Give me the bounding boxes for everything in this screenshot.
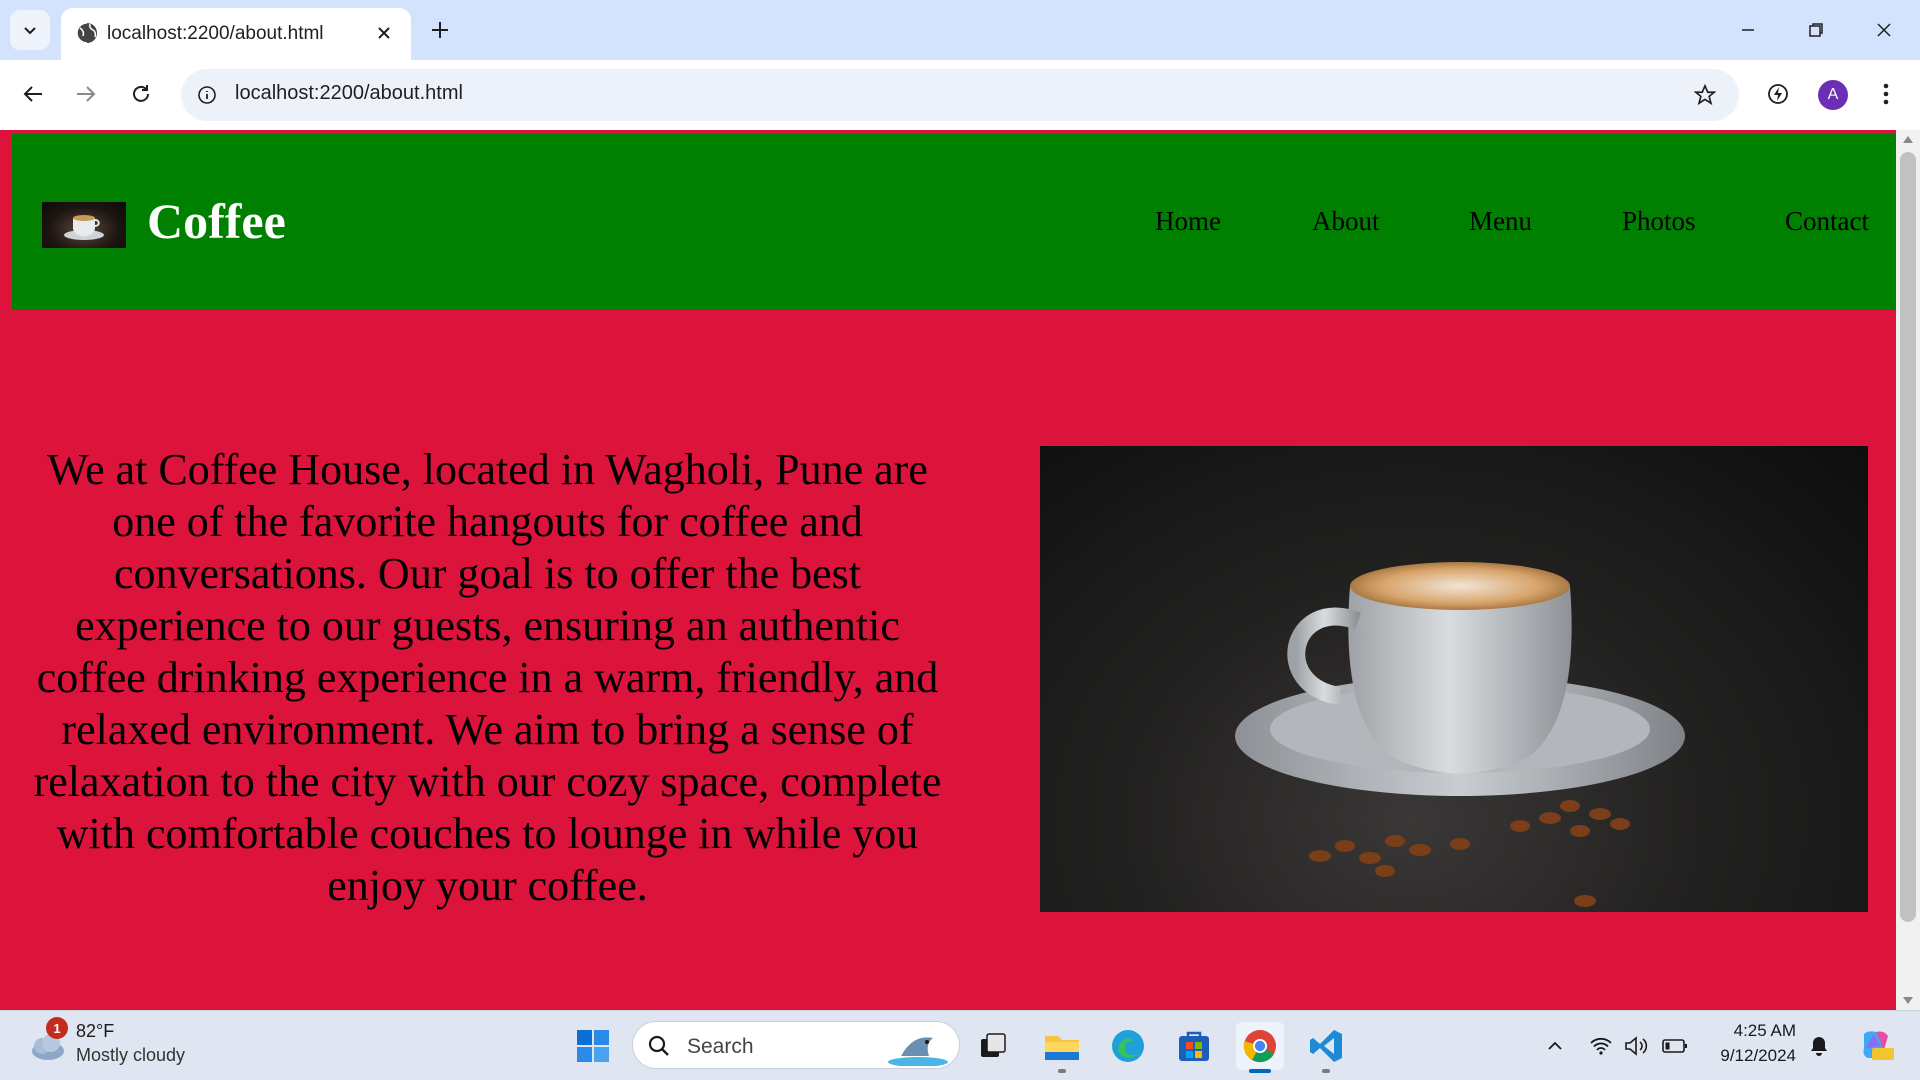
browser-tab[interactable]: localhost:2200/about.html	[61, 8, 411, 60]
vscode-icon	[1310, 1030, 1342, 1062]
file-explorer-button[interactable]	[1038, 1022, 1086, 1070]
edge-icon	[1112, 1030, 1144, 1062]
store-icon	[1179, 1031, 1209, 1061]
wifi-icon	[1590, 1037, 1612, 1055]
plus-icon	[432, 22, 448, 38]
show-hidden-icons-button[interactable]	[1540, 1031, 1570, 1061]
volume-icon	[1625, 1036, 1648, 1056]
forward-button[interactable]	[66, 74, 106, 114]
edge-button[interactable]	[1104, 1022, 1152, 1070]
chevron-up-icon	[1548, 1041, 1562, 1050]
folder-icon	[1045, 1036, 1079, 1060]
new-tab-button[interactable]	[422, 12, 458, 48]
tab-close-button[interactable]	[371, 20, 397, 46]
page-viewport: Coffee Home About Menu Photos Contact We…	[0, 130, 1896, 1010]
battery-icon	[1662, 1039, 1687, 1053]
nav-photos[interactable]: Photos	[1622, 206, 1696, 237]
chevron-down-icon	[24, 27, 36, 35]
running-indicator	[1322, 1069, 1330, 1073]
nav-about[interactable]: About	[1312, 206, 1380, 237]
site-info-button[interactable]	[193, 81, 221, 109]
scrollbar-thumb[interactable]	[1900, 152, 1916, 922]
scroll-down-arrow[interactable]	[1903, 997, 1913, 1004]
coffee-cup-image	[1235, 562, 1685, 907]
close-icon	[1877, 23, 1891, 37]
task-view-button[interactable]	[969, 1022, 1017, 1070]
bookmark-button[interactable]	[1691, 81, 1719, 109]
performance-button[interactable]	[1758, 74, 1798, 114]
close-icon	[378, 27, 390, 39]
arrow-right-icon	[77, 86, 96, 102]
star-icon	[1694, 84, 1716, 106]
profile-avatar[interactable]: A	[1818, 80, 1848, 110]
globe-icon	[76, 22, 97, 44]
copilot-button[interactable]	[1856, 1027, 1896, 1063]
clock-date[interactable]: 9/12/2024	[1700, 1046, 1796, 1066]
volume-button[interactable]	[1622, 1031, 1652, 1061]
page-scrollbar[interactable]	[1896, 130, 1920, 1010]
nav-menu[interactable]: Menu	[1469, 206, 1532, 237]
browser-toolbar: localhost:2200/about.html	[0, 60, 1920, 130]
running-indicator	[1058, 1069, 1066, 1073]
info-icon	[198, 86, 216, 104]
battery-button[interactable]	[1660, 1031, 1690, 1061]
copilot-icon	[1863, 1031, 1894, 1060]
tab-strip: localhost:2200/about.html	[0, 0, 1920, 60]
windows-icon	[577, 1030, 609, 1062]
task-view-icon	[981, 1033, 1006, 1057]
clock-time[interactable]: 4:25 AM	[1700, 1021, 1796, 1041]
weather-badge: 1	[46, 1017, 68, 1039]
logo-image[interactable]	[42, 202, 126, 248]
menu-button[interactable]	[1866, 74, 1906, 114]
scroll-up-arrow[interactable]	[1903, 136, 1913, 143]
nav-home[interactable]: Home	[1155, 206, 1221, 237]
reload-icon	[133, 85, 149, 102]
more-vertical-icon	[1883, 83, 1889, 105]
taskbar-search[interactable]: Search	[632, 1021, 960, 1069]
site-brand[interactable]: Coffee	[147, 192, 286, 250]
bell-icon	[1811, 1037, 1827, 1056]
url-text[interactable]: localhost:2200/about.html	[235, 82, 463, 105]
reload-button[interactable]	[121, 74, 161, 114]
restore-button[interactable]	[1782, 0, 1850, 60]
nav-contact[interactable]: Contact	[1785, 206, 1869, 237]
wifi-button[interactable]	[1586, 1031, 1616, 1061]
site-header: Coffee Home About Menu Photos Contact	[12, 134, 1896, 310]
vscode-button[interactable]	[1302, 1022, 1350, 1070]
search-icon	[648, 1035, 669, 1056]
notifications-button[interactable]	[1804, 1031, 1834, 1061]
tab-search-button[interactable]	[10, 10, 50, 50]
about-paragraph: We at Coffee House, located in Wagholi, …	[33, 445, 942, 910]
store-button[interactable]	[1170, 1022, 1218, 1070]
arrow-left-icon	[23, 86, 42, 102]
minimize-button[interactable]	[1714, 0, 1782, 60]
chrome-button[interactable]	[1236, 1022, 1284, 1070]
back-button[interactable]	[13, 74, 53, 114]
chrome-icon	[1243, 1030, 1276, 1063]
dolphin-icon	[888, 1037, 948, 1066]
coffee-cup-image	[64, 215, 104, 240]
close-window-button[interactable]	[1850, 0, 1918, 60]
restore-icon	[1809, 23, 1823, 37]
weather-description[interactable]: Mostly cloudy	[76, 1045, 185, 1066]
minimize-icon	[1742, 29, 1754, 31]
active-indicator	[1249, 1069, 1271, 1073]
address-bar[interactable]: localhost:2200/about.html	[181, 69, 1739, 121]
taskbar: 1 82°F Mostly cloudy Search 4:25 AM 9/12	[0, 1010, 1920, 1080]
search-label: Search	[687, 1035, 754, 1058]
start-button[interactable]	[569, 1022, 617, 1070]
tab-title: localhost:2200/about.html	[107, 23, 324, 44]
speed-icon	[1768, 84, 1788, 104]
coffee-photo	[1040, 446, 1868, 912]
weather-temperature[interactable]: 82°F	[76, 1021, 114, 1042]
